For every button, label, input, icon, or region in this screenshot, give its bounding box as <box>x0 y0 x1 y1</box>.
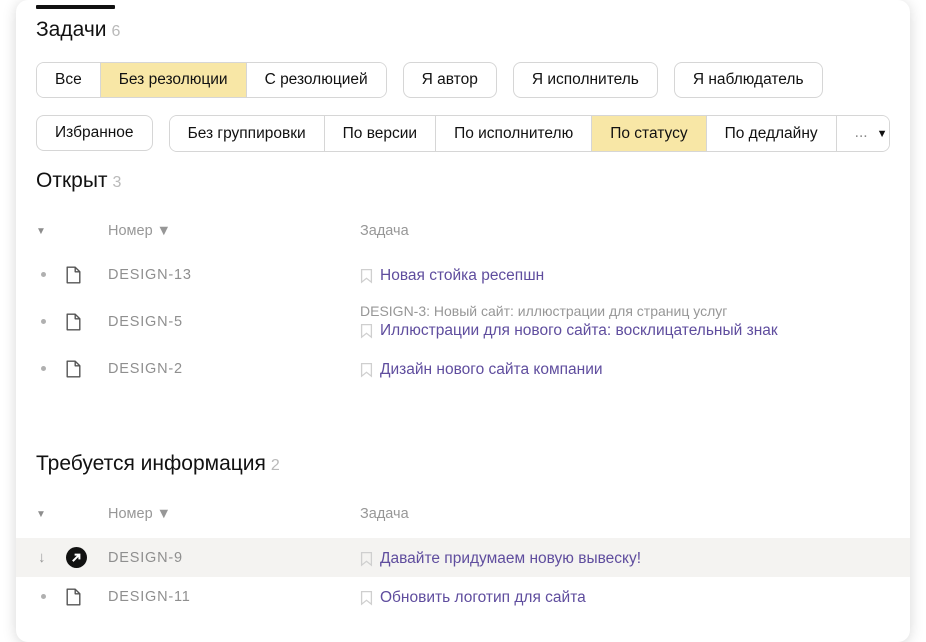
type-cell <box>66 313 108 331</box>
task-cell: DESIGN-3: Новый сайт: иллюстрации для ст… <box>360 303 890 340</box>
followup-icon <box>66 547 87 568</box>
bookmark-icon[interactable] <box>360 551 373 567</box>
filter-grouping-1[interactable]: По версии <box>324 116 435 151</box>
filter-role-2[interactable]: Я наблюдатель <box>674 62 823 98</box>
resolution-filter-row: ВсеБез резолюцииС резолюцией Я автор Я ис… <box>36 62 890 98</box>
task-row[interactable]: DESIGN-13 Новая стойка ресепшн <box>16 255 910 294</box>
task-line: Обновить логотип для сайта <box>360 589 890 607</box>
task-key[interactable]: DESIGN-9 <box>108 550 360 566</box>
priority-cell: ↓ <box>36 549 66 566</box>
section-rows: DESIGN-13 Новая стойка ресепшн DESIGN-5 … <box>36 255 890 388</box>
column-header-task: Задача <box>360 506 890 522</box>
section-title-text: Открыт <box>36 169 108 192</box>
column-header-task: Задача <box>360 223 890 239</box>
task-line: Новая стойка ресепшн <box>360 267 890 285</box>
task-link[interactable]: Новая стойка ресепшн <box>380 267 544 285</box>
priority-cell <box>36 366 66 371</box>
priority-dot-icon <box>41 366 46 371</box>
filter-grouping-3[interactable]: По статусу <box>591 116 705 151</box>
bookmark-icon[interactable] <box>360 268 373 284</box>
document-icon <box>66 313 81 331</box>
task-link[interactable]: Иллюстрации для нового сайта: восклицате… <box>380 322 778 340</box>
section-count: 2 <box>271 457 280 474</box>
priority-down-icon: ↓ <box>38 549 46 566</box>
task-key[interactable]: DESIGN-11 <box>108 589 360 605</box>
column-header-number[interactable]: Номер ▼ <box>108 223 360 239</box>
type-cell <box>66 588 108 606</box>
filter-grouping-5[interactable]: ...▼ <box>836 116 890 151</box>
task-cell: Дизайн нового сайта компании <box>360 358 890 379</box>
section-rows: ↓ DESIGN-9 Давайте придумаем новую вывес… <box>36 538 890 616</box>
task-line: Давайте придумаем новую вывеску! <box>360 550 890 568</box>
priority-cell <box>36 594 66 599</box>
tasks-page: Задачи 6 ВсеБез резолюцииС резолюцией Я а… <box>0 0 926 617</box>
filter-resolution-2[interactable]: С резолюцией <box>246 63 386 97</box>
table-header-row: ▼ Номер ▼ Задача <box>16 506 910 522</box>
filter-resolution-0[interactable]: Все <box>37 63 100 97</box>
task-key[interactable]: DESIGN-13 <box>108 267 360 283</box>
filter-role-0[interactable]: Я автор <box>403 62 497 98</box>
task-section: Требуется информация 2 ▼ Номер ▼ Задача ↓… <box>36 452 890 616</box>
task-link[interactable]: Давайте придумаем новую вывеску! <box>380 550 641 568</box>
grouping-filter-group: Без группировкиПо версииПо исполнителюПо… <box>169 115 890 152</box>
task-key[interactable]: DESIGN-5 <box>108 314 360 330</box>
priority-cell <box>36 319 66 324</box>
priority-dot-icon <box>41 594 46 599</box>
parent-task-text: DESIGN-3: Новый сайт: иллюстрации для ст… <box>360 303 890 319</box>
page-title: Задачи 6 <box>36 18 890 42</box>
favorites-button[interactable]: Избранное <box>36 115 153 151</box>
filter-grouping-2[interactable]: По исполнителю <box>435 116 591 151</box>
column-header-number[interactable]: Номер ▼ <box>108 506 360 522</box>
task-row[interactable]: DESIGN-11 Обновить логотип для сайта <box>16 577 910 616</box>
filter-resolution-1[interactable]: Без резолюции <box>100 63 246 97</box>
type-cell <box>66 266 108 284</box>
task-cell: Новая стойка ресепшн <box>360 264 890 285</box>
role-filter-buttons: Я автор Я исполнитель Я наблюдатель <box>403 62 823 98</box>
section-title-text: Требуется информация <box>36 452 266 475</box>
sort-triangle-icon[interactable]: ▼ <box>36 509 66 520</box>
bookmark-icon[interactable] <box>360 362 373 378</box>
tasks-card: Задачи 6 ВсеБез резолюцииС резолюцией Я а… <box>16 0 910 642</box>
section-title: Требуется информация 2 <box>36 452 890 476</box>
resolution-filter-group: ВсеБез резолюцииС резолюцией <box>36 62 387 98</box>
task-cell: Давайте придумаем новую вывеску! <box>360 547 890 568</box>
table-header-row: ▼ Номер ▼ Задача <box>16 223 910 239</box>
active-tab-indicator <box>36 5 115 9</box>
task-cell: Обновить логотип для сайта <box>360 586 890 607</box>
section-count: 3 <box>113 174 122 191</box>
task-link[interactable]: Дизайн нового сайта компании <box>380 361 603 379</box>
task-row[interactable]: ↓ DESIGN-9 Давайте придумаем новую вывес… <box>16 538 910 577</box>
bookmark-icon[interactable] <box>360 323 373 339</box>
filter-grouping-4[interactable]: По дедлайну <box>706 116 836 151</box>
document-icon <box>66 360 81 378</box>
task-row[interactable]: DESIGN-2 Дизайн нового сайта компании <box>16 349 910 388</box>
tasks-total-count: 6 <box>112 23 121 40</box>
task-line: Дизайн нового сайта компании <box>360 361 890 379</box>
task-link[interactable]: Обновить логотип для сайта <box>380 589 586 607</box>
chevron-down-icon: ▼ <box>877 128 888 140</box>
filter-grouping-0[interactable]: Без группировки <box>170 116 324 151</box>
filter-role-1[interactable]: Я исполнитель <box>513 62 658 98</box>
task-key[interactable]: DESIGN-2 <box>108 361 360 377</box>
task-sections: Открыт 3 ▼ Номер ▼ Задача DESIGN-13 Новая… <box>36 169 890 616</box>
priority-dot-icon <box>41 272 46 277</box>
section-title: Открыт 3 <box>36 169 890 193</box>
type-cell <box>66 360 108 378</box>
grouping-filter-row: Избранное Без группировкиПо версииПо исп… <box>36 115 890 152</box>
task-row[interactable]: DESIGN-5 DESIGN-3: Новый сайт: иллюстрац… <box>16 294 910 349</box>
type-cell <box>66 547 108 568</box>
task-line: Иллюстрации для нового сайта: восклицате… <box>360 322 890 340</box>
page-title-text: Задачи <box>36 18 107 41</box>
bookmark-icon[interactable] <box>360 590 373 606</box>
sort-triangle-icon[interactable]: ▼ <box>36 226 66 237</box>
document-icon <box>66 588 81 606</box>
priority-dot-icon <box>41 319 46 324</box>
priority-cell <box>36 272 66 277</box>
task-section: Открыт 3 ▼ Номер ▼ Задача DESIGN-13 Новая… <box>36 169 890 388</box>
document-icon <box>66 266 81 284</box>
